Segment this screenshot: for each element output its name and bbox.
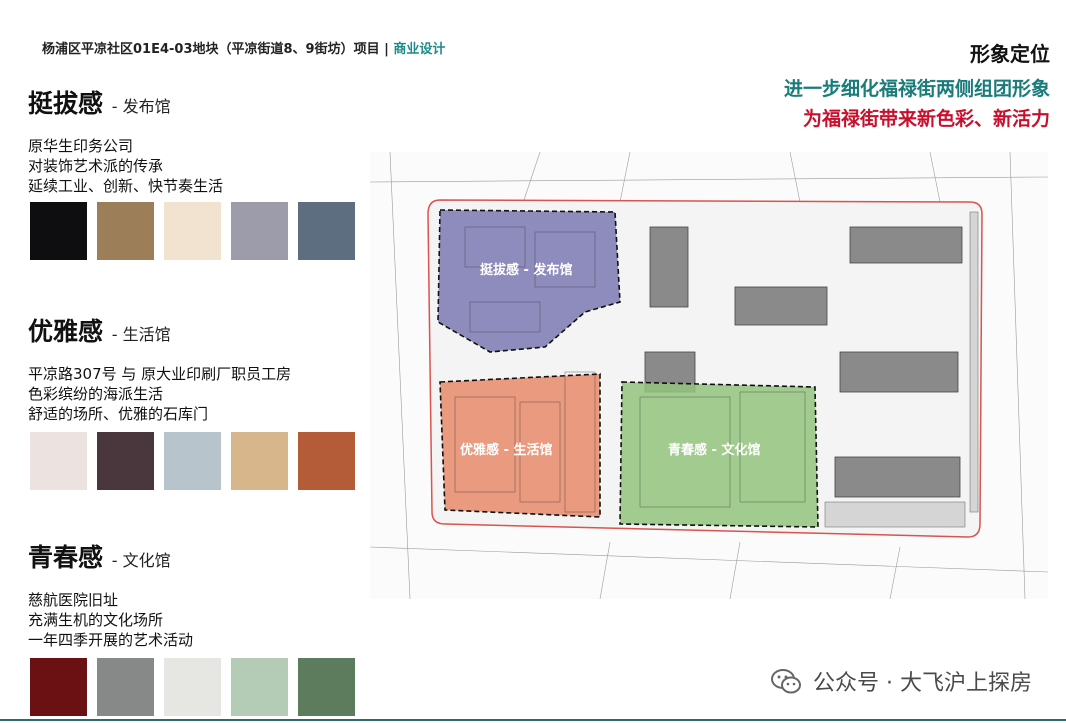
desc-line: 舒适的场所、优雅的石库门 [28,405,209,423]
color-swatch [298,202,355,260]
desc-line: 平凉路307号 与 原大业印刷厂职员工房 [28,365,292,383]
wechat-icon [771,669,802,694]
color-swatch [298,658,355,716]
heading-text: 青春感 [28,543,104,572]
zone-label-living: 优雅感 - 生活馆 [460,442,552,458]
subheading-text: - 生活馆 [111,325,171,344]
desc-line: 慈航医院旧址 [28,591,119,609]
color-swatch [298,432,355,490]
section-living: 优雅感 - 生活馆 平凉路307号 与 原大业印刷厂职员工房 色彩缤纷的海派生活… [28,312,358,424]
section-culture: 青春感 - 文化馆 慈航医院旧址 充满生机的文化场所 一年四季开展的艺术活动 [28,538,358,650]
bottom-rule [0,719,1066,721]
palette-culture [30,658,355,716]
section-heading: 挺拔感 - 发布馆 [28,84,358,120]
color-swatch [164,202,221,260]
subheading-text: - 文化馆 [111,551,171,570]
color-swatch [97,658,154,716]
desc-line: 原华生印务公司 [28,137,134,155]
color-swatch [164,432,221,490]
header-separator: | [384,42,389,57]
project-header: 杨浦区平凉社区01E4-03地块（平凉街道8、9街坊）项目 | 商业设计 [42,38,445,57]
zone-label-publishing: 挺拔感 - 发布馆 [480,262,572,278]
page-title: 形象定位 [970,42,1050,66]
color-swatch [164,658,221,716]
subtitle-line-1: 进一步细化福禄街两侧组团形象 [783,78,1050,100]
desc-line: 对装饰艺术派的传承 [28,157,164,175]
palette-publishing [30,202,355,260]
watermark-text: 公众号 · 大飞沪上探房 [813,671,1032,696]
color-swatch [97,432,154,490]
color-swatch [97,202,154,260]
zone-label-culture: 青春感 - 文化馆 [668,442,760,458]
color-swatch [30,432,87,490]
desc-line: 延续工业、创新、快节奏生活 [28,177,224,195]
project-name: 杨浦区平凉社区01E4-03地块（平凉街道8、9街坊）项目 [42,42,380,57]
watermark: 公众号 · 大飞沪上探房 [769,664,1032,698]
site-plan: 挺拔感 - 发布馆 优雅感 - 生活馆 青春感 - 文化馆 [370,152,1048,599]
subtitle-line-2: 为福禄街带来新色彩、新活力 [802,108,1050,130]
section-description: 慈航医院旧址 充满生机的文化场所 一年四季开展的艺术活动 [28,590,358,650]
color-swatch [231,658,288,716]
color-swatch [30,202,87,260]
section-heading: 优雅感 - 生活馆 [28,312,358,348]
desc-line: 充满生机的文化场所 [28,611,164,629]
section-heading: 青春感 - 文化馆 [28,538,358,574]
heading-text: 优雅感 [28,317,104,346]
color-swatch [231,202,288,260]
header-tag: 商业设计 [393,42,446,57]
palette-living [30,432,355,490]
section-description: 原华生印务公司 对装饰艺术派的传承 延续工业、创新、快节奏生活 [28,136,358,196]
color-swatch [231,432,288,490]
color-swatch [30,658,87,716]
heading-text: 挺拔感 [28,89,104,118]
desc-line: 一年四季开展的艺术活动 [28,631,194,649]
section-publishing: 挺拔感 - 发布馆 原华生印务公司 对装饰艺术派的传承 延续工业、创新、快节奏生… [28,84,358,196]
desc-line: 色彩缤纷的海派生活 [28,385,164,403]
section-description: 平凉路307号 与 原大业印刷厂职员工房 色彩缤纷的海派生活 舒适的场所、优雅的… [28,364,358,424]
subheading-text: - 发布馆 [111,97,171,116]
